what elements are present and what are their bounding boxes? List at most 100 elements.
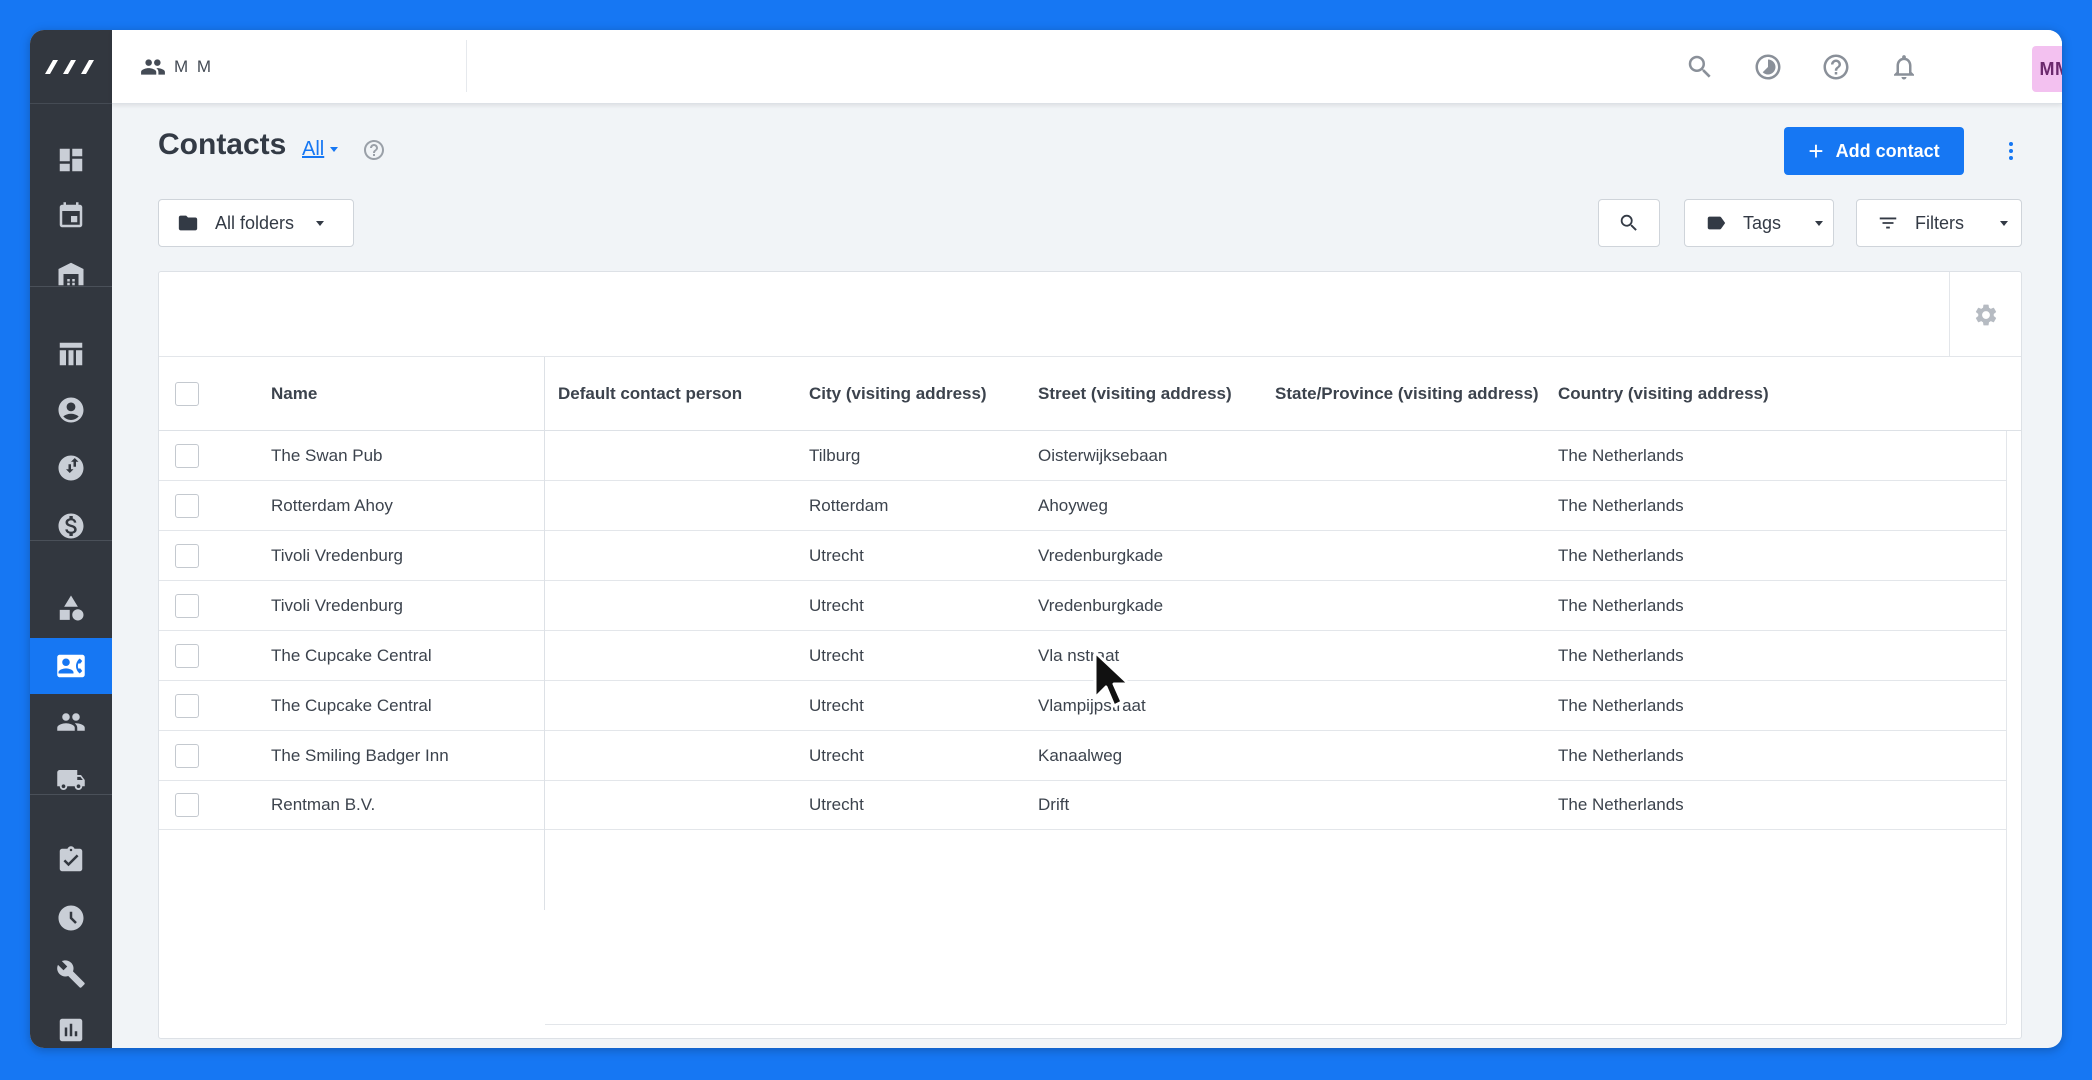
sidebar-item-maintenance[interactable]: [30, 946, 112, 1002]
chevron-down-icon[interactable]: [63, 1030, 79, 1046]
cell-country: The Netherlands: [1558, 795, 1684, 814]
folders-label: All folders: [215, 212, 295, 233]
cell-street: Ahoyweg: [1038, 496, 1108, 515]
sidebar-item-table[interactable]: [30, 326, 112, 382]
clock-icon: [58, 905, 84, 931]
sidebar-item-finance[interactable]: [30, 498, 112, 554]
table-row[interactable]: Rentman B.V. Utrecht Drift The Netherlands: [159, 780, 2006, 830]
cell-street: Oisterwijksebaan: [1038, 446, 1168, 465]
add-contact-button[interactable]: + Add contact: [1784, 127, 1964, 175]
shapes-icon: [59, 595, 84, 621]
column-header-street[interactable]: Street (visiting address): [1038, 357, 1232, 431]
cell-country: The Netherlands: [1558, 546, 1684, 565]
app-logo[interactable]: [30, 30, 112, 104]
clipboard-check-icon: [59, 846, 83, 872]
folders-dropdown[interactable]: All folders: [158, 199, 354, 247]
app-window: M M MM M M Contacts All + Add contact: [30, 30, 2062, 1048]
filters-label: Filters: [1915, 212, 1964, 233]
column-header-contact-person[interactable]: Default contact person: [558, 357, 742, 431]
page-title: Contacts: [158, 128, 287, 161]
sidebar-item-account[interactable]: [30, 382, 112, 438]
more-options-button[interactable]: [1996, 136, 2026, 166]
row-checkbox[interactable]: [175, 594, 199, 618]
warehouse-icon: [58, 262, 84, 286]
table-row[interactable]: The Cupcake Central Utrecht Vlampijpstraat…: [159, 681, 2006, 731]
kebab-dot: [2009, 156, 2013, 160]
cell-name: Rentman B.V.: [271, 795, 376, 814]
sidebar-item-time[interactable]: [30, 890, 112, 946]
table-row[interactable]: The Swan Pub Tilburg Oisterwijksebaan The N…: [159, 431, 2006, 481]
contact-card-icon: [57, 654, 85, 678]
cell-name: The Smiling Badger Inn: [271, 746, 449, 765]
column-header-city[interactable]: City (visiting address): [809, 357, 987, 431]
calendar-icon: [59, 202, 83, 228]
sidebar-item-crew[interactable]: [30, 694, 112, 750]
sidebar-item-contacts[interactable]: [30, 638, 112, 694]
row-checkbox[interactable]: [175, 644, 199, 668]
avatar[interactable]: MM: [2032, 46, 2062, 92]
cell-street: Vredenburgkade: [1038, 546, 1164, 565]
select-all-checkbox[interactable]: [175, 382, 199, 406]
row-checkbox[interactable]: [175, 444, 199, 468]
topbar: M M MM M M: [112, 30, 2062, 104]
sidebar-item-calendar[interactable]: [30, 188, 112, 244]
row-checkbox[interactable]: [175, 494, 199, 518]
tags-label: Tags: [1743, 212, 1782, 233]
activity-button[interactable]: [1748, 47, 1788, 87]
notifications-button[interactable]: [1884, 47, 1924, 87]
row-checkbox[interactable]: [175, 744, 199, 768]
cell-country: The Netherlands: [1558, 646, 1684, 665]
caret-down-icon: [330, 147, 339, 152]
gear-icon: [1975, 304, 1996, 325]
row-checkbox[interactable]: [175, 694, 199, 718]
sidebar: [30, 30, 112, 1048]
cell-country: The Netherlands: [1558, 746, 1684, 765]
truck-icon: [57, 770, 85, 790]
search-button[interactable]: [1680, 47, 1720, 87]
table-icon: [59, 342, 83, 366]
help-button[interactable]: [1816, 47, 1856, 87]
filters-dropdown[interactable]: Filters: [1856, 199, 2022, 247]
cell-city: Utrecht: [809, 746, 864, 765]
sidebar-item-warehouse[interactable]: [30, 246, 112, 302]
cell-country: The Netherlands: [1558, 696, 1684, 715]
sidebar-item-tasks[interactable]: [30, 832, 112, 888]
people-icon: [57, 713, 85, 731]
cell-street: Kanaalweg: [1038, 746, 1123, 765]
account-switcher[interactable]: M M: [140, 30, 213, 104]
cell-name: Rotterdam Ahoy: [271, 496, 393, 515]
column-header-state[interactable]: State/Province (visiting address): [1275, 357, 1539, 431]
table-row[interactable]: The Cupcake Central Utrecht Vla nstraat The…: [159, 631, 2006, 681]
sidebar-item-vehicles[interactable]: [30, 752, 112, 808]
cell-country: The Netherlands: [1558, 596, 1684, 615]
sidebar-item-dashboard[interactable]: [30, 132, 112, 188]
search-icon: [1688, 55, 1711, 78]
row-checkbox[interactable]: [175, 793, 199, 817]
cell-city: Tilburg: [809, 446, 861, 465]
plus-icon: +: [1808, 136, 1824, 166]
column-header-country[interactable]: Country (visiting address): [1558, 357, 1769, 431]
cell-city: Utrecht: [809, 696, 864, 715]
tags-dropdown[interactable]: Tags: [1684, 199, 1834, 247]
view-filter-dropdown[interactable]: All: [302, 138, 339, 161]
table-row[interactable]: Tivoli Vredenburg Utrecht Vredenburgkade Th…: [159, 581, 2006, 631]
caret-down-icon: [1815, 220, 1824, 226]
sidebar-item-items[interactable]: [30, 580, 112, 636]
row-checkbox[interactable]: [175, 544, 199, 568]
table-row[interactable]: Tivoli Vredenburg Utrecht Vredenburgkade Th…: [159, 531, 2006, 581]
table-row[interactable]: The Smiling Badger Inn Utrecht Kanaalweg Th…: [159, 731, 2006, 781]
account-name: M M: [174, 57, 214, 76]
column-settings-button[interactable]: [1949, 272, 2021, 357]
page-help-button[interactable]: [362, 138, 386, 162]
bell-icon: [1894, 55, 1914, 80]
sidebar-item-transfers[interactable]: [30, 440, 112, 496]
table-header: Name Default contact person City (visiti…: [159, 357, 2021, 431]
table-row[interactable]: Rotterdam Ahoy Rotterdam Ahoyweg The Nether…: [159, 481, 2006, 531]
account-circle-icon: [58, 397, 84, 423]
cell-country: The Netherlands: [1558, 496, 1684, 515]
vertical-scrollbar-track[interactable]: [2006, 431, 2007, 1024]
view-filter-label: All: [302, 138, 325, 160]
caret-down-icon: [2000, 220, 2008, 226]
column-header-name[interactable]: Name: [271, 357, 317, 431]
table-search-button[interactable]: [1598, 199, 1660, 247]
